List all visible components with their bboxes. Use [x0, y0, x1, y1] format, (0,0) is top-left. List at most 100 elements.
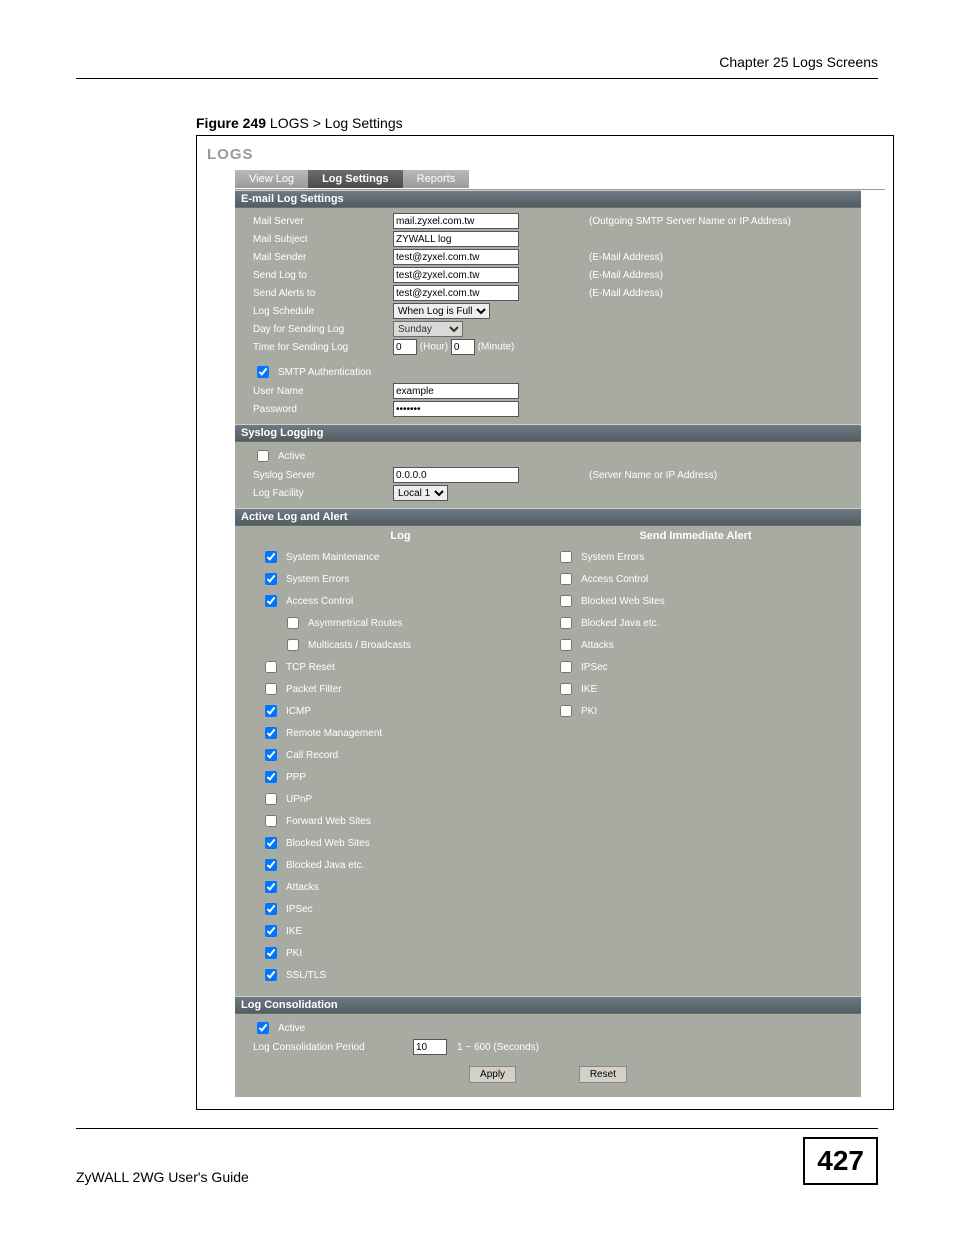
figure-number: Figure 249 — [196, 115, 266, 131]
send-log-to-input[interactable] — [393, 267, 519, 283]
mail-subject-input[interactable] — [393, 231, 519, 247]
footer-guide: ZyWALL 2WG User's Guide — [76, 1169, 249, 1185]
send-alerts-to-input[interactable] — [393, 285, 519, 301]
log-pki-checkbox[interactable] — [265, 947, 277, 959]
syslog-server-input[interactable] — [393, 467, 519, 483]
minute-input[interactable] — [451, 339, 475, 355]
send-alerts-to-hint: (E-Mail Address) — [583, 288, 861, 299]
alert-blk-web-label: Blocked Web Sites — [581, 596, 665, 607]
alert-sys-err-label: System Errors — [581, 552, 644, 563]
log-tcp-reset-checkbox[interactable] — [265, 661, 277, 673]
syslog-server-label: Syslog Server — [253, 470, 393, 481]
log-access-checkbox[interactable] — [265, 595, 277, 607]
mail-sender-input[interactable] — [393, 249, 519, 265]
log-sys-err-checkbox[interactable] — [265, 573, 277, 585]
alert-ipsec-checkbox[interactable] — [560, 661, 572, 673]
alert-blk-java-checkbox[interactable] — [560, 617, 572, 629]
hour-unit: (Hour) — [420, 342, 448, 353]
send-log-to-hint: (E-Mail Address) — [583, 270, 861, 281]
tab-view-log[interactable]: View Log — [235, 170, 308, 188]
consolidation-active-label: Active — [278, 1023, 305, 1034]
password-label: Password — [253, 404, 393, 415]
section-syslog: Syslog Logging — [235, 424, 861, 442]
log-blk-web-checkbox[interactable] — [265, 837, 277, 849]
alert-blk-java-label: Blocked Java etc. — [581, 618, 659, 629]
log-call-checkbox[interactable] — [265, 749, 277, 761]
alert-column-header: Send Immediate Alert — [548, 530, 843, 542]
alert-ike-label: IKE — [581, 684, 597, 695]
alert-access-checkbox[interactable] — [560, 573, 572, 585]
tab-log-settings[interactable]: Log Settings — [308, 170, 403, 188]
log-fwd-label: Forward Web Sites — [286, 816, 371, 827]
log-sys-maint-label: System Maintenance — [286, 552, 379, 563]
alert-pki-checkbox[interactable] — [560, 705, 572, 717]
alert-attacks-label: Attacks — [581, 640, 614, 651]
mail-server-input[interactable] — [393, 213, 519, 229]
log-upnp-label: UPnP — [286, 794, 312, 805]
log-ppp-checkbox[interactable] — [265, 771, 277, 783]
mail-server-hint: (Outgoing SMTP Server Name or IP Address… — [583, 216, 861, 227]
mail-subject-label: Mail Subject — [253, 234, 393, 245]
smtp-auth-label: SMTP Authentication — [278, 367, 371, 378]
log-blk-java-checkbox[interactable] — [265, 859, 277, 871]
rule-top — [76, 78, 878, 79]
consolidation-period-input[interactable] — [413, 1039, 447, 1055]
chapter-header: Chapter 25 Logs Screens — [76, 54, 878, 70]
section-consolidation: Log Consolidation — [235, 996, 861, 1014]
consolidation-active-checkbox[interactable] — [257, 1022, 269, 1034]
section-active-log: Active Log and Alert — [235, 508, 861, 526]
alert-pki-label: PKI — [581, 706, 597, 717]
alert-sys-err-checkbox[interactable] — [560, 551, 572, 563]
log-upnp-checkbox[interactable] — [265, 793, 277, 805]
log-ssl-checkbox[interactable] — [265, 969, 277, 981]
day-sending-select[interactable]: Sunday — [393, 321, 463, 337]
alert-ike-checkbox[interactable] — [560, 683, 572, 695]
apply-button[interactable]: Apply — [469, 1066, 516, 1083]
log-pkt-filter-label: Packet Filter — [286, 684, 342, 695]
password-input[interactable] — [393, 401, 519, 417]
log-tcp-reset-label: TCP Reset — [286, 662, 335, 673]
mail-sender-label: Mail Sender — [253, 252, 393, 263]
send-log-to-label: Send Log to — [253, 270, 393, 281]
mail-sender-hint: (E-Mail Address) — [583, 252, 861, 263]
alert-access-label: Access Control — [581, 574, 648, 585]
log-remote-label: Remote Management — [286, 728, 382, 739]
tab-reports[interactable]: Reports — [403, 170, 470, 188]
log-call-label: Call Record — [286, 750, 338, 761]
log-multi-checkbox[interactable] — [287, 639, 299, 651]
time-sending-label: Time for Sending Log — [253, 342, 393, 353]
syslog-server-hint: (Server Name or IP Address) — [583, 470, 861, 481]
log-ipsec-label: IPSec — [286, 904, 313, 915]
log-fwd-checkbox[interactable] — [265, 815, 277, 827]
log-blk-web-label: Blocked Web Sites — [286, 838, 370, 849]
log-ike-checkbox[interactable] — [265, 925, 277, 937]
log-asym-checkbox[interactable] — [287, 617, 299, 629]
send-alerts-to-label: Send Alerts to — [253, 288, 393, 299]
hour-input[interactable] — [393, 339, 417, 355]
alert-attacks-checkbox[interactable] — [560, 639, 572, 651]
log-pki-label: PKI — [286, 948, 302, 959]
page-title: LOGS — [207, 146, 885, 163]
settings-panel: E-mail Log Settings Mail Server (Outgoin… — [235, 190, 861, 1097]
page-number-box: 427 — [803, 1137, 878, 1185]
log-facility-select[interactable]: Local 1 — [393, 485, 448, 501]
log-ike-label: IKE — [286, 926, 302, 937]
log-remote-checkbox[interactable] — [265, 727, 277, 739]
alert-column: Send Immediate Alert System Errors Acces… — [548, 530, 843, 986]
figure-screenshot: LOGS View LogLog SettingsReports E-mail … — [196, 135, 894, 1110]
smtp-auth-checkbox[interactable] — [257, 366, 269, 378]
consolidation-period-hint: 1 ~ 600 (Seconds) — [447, 1042, 539, 1053]
log-attacks-checkbox[interactable] — [265, 881, 277, 893]
log-icmp-checkbox[interactable] — [265, 705, 277, 717]
log-ipsec-checkbox[interactable] — [265, 903, 277, 915]
reset-button[interactable]: Reset — [579, 1066, 627, 1083]
username-label: User Name — [253, 386, 393, 397]
log-schedule-select[interactable]: When Log is Full — [393, 303, 490, 319]
syslog-active-checkbox[interactable] — [257, 450, 269, 462]
log-sys-err-label: System Errors — [286, 574, 349, 585]
log-sys-maint-checkbox[interactable] — [265, 551, 277, 563]
alert-blk-web-checkbox[interactable] — [560, 595, 572, 607]
consolidation-period-label: Log Consolidation Period — [253, 1042, 413, 1053]
username-input[interactable] — [393, 383, 519, 399]
log-pkt-filter-checkbox[interactable] — [265, 683, 277, 695]
